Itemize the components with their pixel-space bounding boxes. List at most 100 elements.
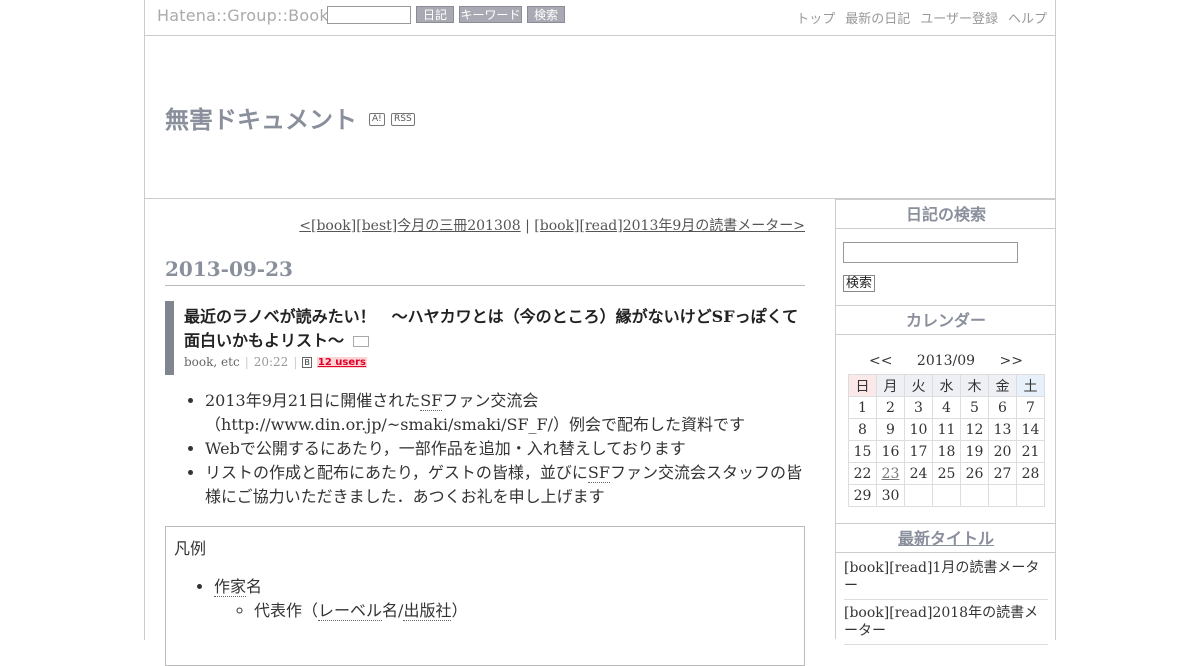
list-item: 2013年9月21日に開催されたSFファン交流会（http://www.din.… [205, 389, 805, 437]
weekday-fri: 金 [988, 374, 1017, 397]
site-logo[interactable]: Hatena::Group::Book [157, 6, 329, 25]
antenna-badge[interactable]: A! [369, 113, 385, 126]
prev-entry-link[interactable]: <[book][best]今月の三冊201308 [299, 218, 520, 234]
calendar-day: 12 [960, 418, 989, 441]
top-bar: Hatena::Group::Book 日記 キーワード 検索 トップ 最新の日… [145, 0, 1055, 36]
pager-separator: | [525, 218, 530, 234]
keyword-link[interactable]: 出版社 [403, 601, 452, 621]
weekday-tue: 火 [904, 374, 933, 397]
calendar-day: 6 [988, 396, 1017, 419]
hatena-bookmark-icon[interactable]: B [302, 356, 312, 368]
legend-text: 名 [246, 577, 263, 596]
calendar-day: 21 [1016, 440, 1045, 463]
diary-search-submit[interactable]: 検索 [843, 275, 876, 292]
calendar-day: 9 [876, 418, 905, 441]
keyword-input[interactable] [327, 6, 411, 24]
legend-text: 代表作（ [254, 601, 319, 620]
recent-titles-heading[interactable]: 最新タイトル [836, 523, 1056, 553]
meta-divider: | [293, 355, 298, 369]
calendar-day [904, 484, 933, 507]
nav-top[interactable]: トップ [796, 8, 835, 27]
search-button[interactable]: 検索 [527, 6, 565, 23]
section-meta: book, etc | 20:22 | B 12 users [184, 355, 805, 369]
weekday-sun: 日 [848, 374, 877, 397]
keyword-link[interactable]: SF [587, 463, 610, 483]
keyword-link[interactable]: SF [420, 391, 443, 411]
top-nav: トップ 最新の日記 ユーザー登録 ヘルプ [796, 8, 1047, 27]
bookmark-users-badge[interactable]: 12 users [316, 356, 368, 368]
rss-badge[interactable]: RSS [391, 113, 415, 126]
calendar-day [1016, 484, 1045, 507]
external-link[interactable]: http://www.din.or.jp/~smaki/smaki/SF_F/ [221, 415, 553, 434]
calendar-day-link[interactable]: 23 [876, 462, 905, 485]
calendar-day: 18 [932, 440, 961, 463]
recent-titles-list: [book][read]1月の読書メーター [book][read]2018年の… [836, 555, 1056, 645]
calendar-day: 15 [848, 440, 877, 463]
calendar-day: 22 [848, 462, 877, 485]
nav-help[interactable]: ヘルプ [1008, 8, 1047, 27]
list-item: リストの作成と配布にあたり，ゲストの皆様，並びにSFファン交流会スタッフの皆様に… [205, 461, 805, 509]
calendar-week: 8 9 10 11 12 13 14 [848, 418, 1045, 441]
nav-register[interactable]: ユーザー登録 [920, 8, 998, 27]
calendar-prev-link[interactable]: << [869, 353, 892, 369]
calendar-month: 2013/09 [916, 353, 976, 369]
calendar-day [960, 484, 989, 507]
blog-header: 無害ドキュメント A! RSS [145, 36, 1055, 199]
edit-icon [352, 336, 369, 347]
calendar-week: 22 23 24 25 26 27 28 [848, 462, 1045, 485]
section-title-text: 最近のラノベが読みたい！ ～ハヤカワとは（今のところ）縁がないけどSFっぽくて面… [184, 307, 799, 350]
calendar-day: 27 [988, 462, 1017, 485]
nav-latest-diary[interactable]: 最新の日記 [845, 8, 910, 27]
recent-title-link[interactable]: [book][read]2018年の読書メーター [844, 600, 1048, 645]
pager: <[book][best]今月の三冊201308 | [book][read]2… [299, 215, 805, 235]
recent-title-link[interactable]: [book][read]1月の読書メーター [844, 555, 1048, 600]
calendar-day: 26 [960, 462, 989, 485]
calendar-day: 19 [960, 440, 989, 463]
blog-title[interactable]: 無害ドキュメント [165, 100, 357, 135]
section-title: 最近のラノベが読みたい！ ～ハヤカワとは（今のところ）縁がないけどSFっぽくて面… [184, 301, 805, 353]
item-text: ）例会で配布した資料です [553, 415, 746, 434]
calendar-day: 8 [848, 418, 877, 441]
sidebar: 日記の検索 検索 カレンダー << 2013/09 >> 日 月 火 水 木 金… [835, 199, 1056, 645]
legend-box: 凡例 作家名 代表作（レーベル名/出版社） [165, 526, 805, 666]
calendar-week: 1 2 3 4 5 6 7 [848, 396, 1045, 419]
calendar-day: 13 [988, 418, 1017, 441]
calendar-day: 4 [932, 396, 961, 419]
legend-subitem: 代表作（レーベル名/出版社） [254, 599, 796, 623]
calendar-day [988, 484, 1017, 507]
entry-body-list: 2013年9月21日に開催されたSFファン交流会（http://www.din.… [165, 389, 805, 509]
calendar-week: 29 30 [848, 484, 1045, 507]
legend-title: 凡例 [174, 539, 207, 558]
legend-item: 作家名 代表作（レーベル名/出版社） [214, 575, 796, 623]
list-item: Webで公開するにあたり，一部作品を追加・入れ替えしております [205, 437, 805, 461]
legend-text: 名/ [382, 601, 404, 620]
diary-search-button[interactable]: 日記 [416, 6, 454, 23]
calendar-day: 5 [960, 396, 989, 419]
weekday-wed: 水 [932, 374, 961, 397]
calendar-day: 11 [932, 418, 961, 441]
search-heading: 日記の検索 [836, 199, 1056, 229]
next-entry-link[interactable]: [book][read]2013年9月の読書メーター> [534, 218, 805, 234]
calendar-day: 7 [1016, 396, 1045, 419]
calendar-day: 17 [904, 440, 933, 463]
legend-list: 作家名 代表作（レーベル名/出版社） [174, 575, 796, 623]
calendar-day: 16 [876, 440, 905, 463]
meta-divider: | [244, 355, 249, 369]
weekday-thu: 木 [960, 374, 989, 397]
page-frame: Hatena::Group::Book 日記 キーワード 検索 トップ 最新の日… [144, 0, 1056, 666]
calendar-next-link[interactable]: >> [1000, 353, 1023, 369]
date-heading[interactable]: 2013-09-23 [165, 257, 805, 286]
keyword-link[interactable]: 作家 [214, 577, 247, 597]
calendar-day: 14 [1016, 418, 1045, 441]
keyword-search-button[interactable]: キーワード [459, 6, 522, 23]
calendar-day: 3 [904, 396, 933, 419]
section-header: 最近のラノベが読みたい！ ～ハヤカワとは（今のところ）縁がないけどSFっぽくて面… [165, 301, 805, 375]
section-categories[interactable]: book, etc [184, 355, 240, 369]
diary-search-input[interactable] [843, 242, 1018, 263]
keyword-link[interactable]: レーベル [318, 601, 383, 621]
calendar-day: 1 [848, 396, 877, 419]
legend-text: ） [451, 601, 468, 620]
calendar-day [932, 484, 961, 507]
weekday-mon: 月 [876, 374, 905, 397]
calendar-day: 30 [876, 484, 905, 507]
